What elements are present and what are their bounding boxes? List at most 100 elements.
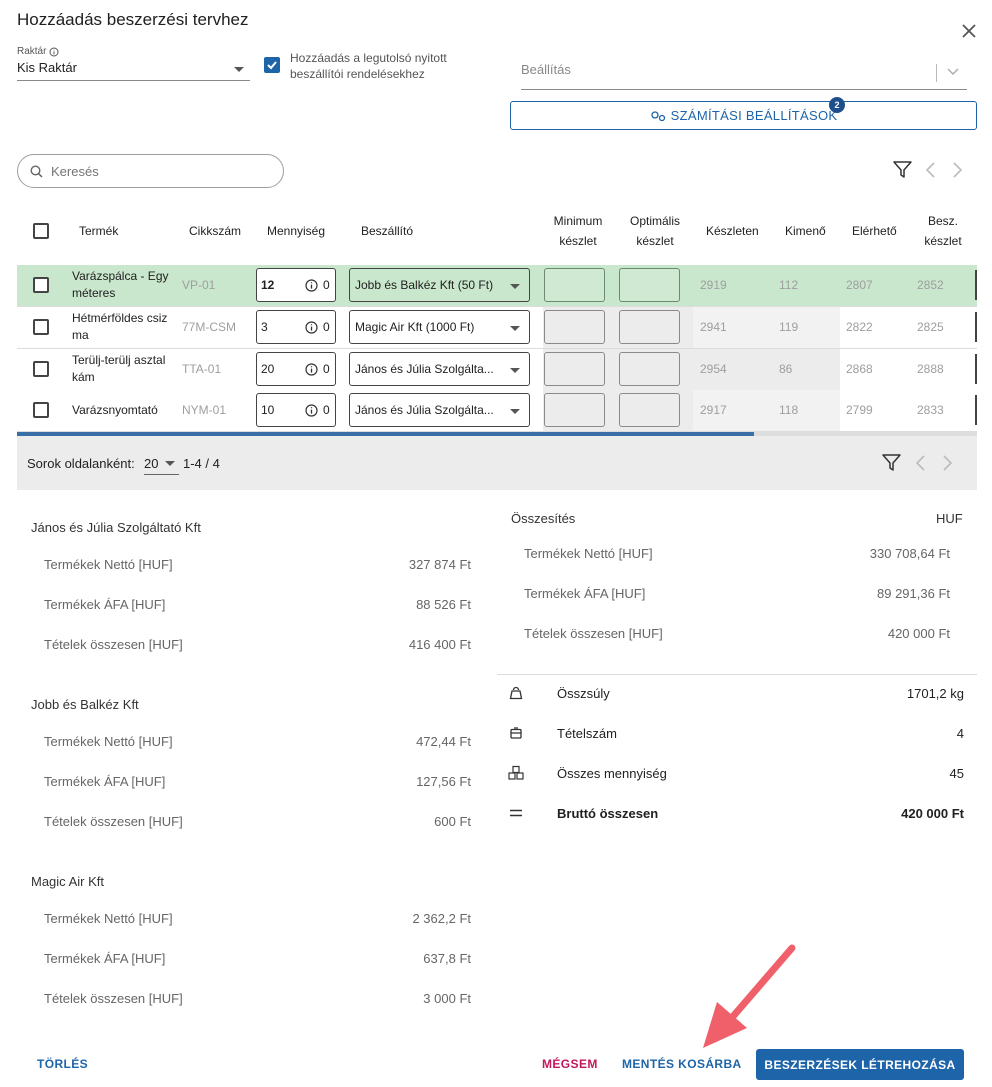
- select-all-checkbox[interactable]: [33, 223, 49, 239]
- supplier-summary: Jobb és Balkéz Kft Termékek Nettó [HUF] …: [31, 697, 481, 857]
- chevron-right-icon[interactable]: [942, 454, 954, 472]
- optimal-stock-input[interactable]: [619, 310, 680, 344]
- warehouse-label: Raktár: [17, 46, 47, 57]
- vat-label: Termékek ÁFA [HUF]: [44, 774, 166, 789]
- rows-per-page-select[interactable]: 20: [144, 453, 179, 475]
- row-checkbox[interactable]: [33, 277, 49, 293]
- info-icon[interactable]: [305, 363, 318, 376]
- chevron-left-icon[interactable]: [914, 454, 926, 472]
- table-row[interactable]: Varázsnyomtató NYM-01 10 0 János és Júli…: [17, 390, 977, 432]
- totals-gross-label: Bruttó összesen: [557, 806, 659, 821]
- column-header-sku[interactable]: Cikkszám: [189, 221, 241, 241]
- calc-settings-badge: 2: [829, 97, 845, 113]
- annotation-arrow-icon: [703, 944, 796, 1048]
- totals-title: Összesítés: [511, 511, 576, 526]
- add-to-open-orders-label: Hozzáadás a legutolsó nyitott beszállító…: [290, 50, 447, 82]
- pagination-range: 1-4 / 4: [183, 456, 220, 471]
- table-row[interactable]: Terülj-terülj asztal kám TTA-01 20 0 Ján…: [17, 349, 977, 391]
- optimal-stock-input[interactable]: [619, 268, 680, 302]
- warehouse-select[interactable]: Raktár Kis Raktár: [17, 46, 250, 86]
- totals-items-value: 420 000 Ft: [887, 626, 950, 641]
- totals-items-label: Tételek összesen [HUF]: [524, 626, 663, 641]
- total-value: 600 Ft: [434, 814, 471, 829]
- optimal-stock-input[interactable]: [619, 393, 680, 427]
- header-line: készlet: [559, 234, 597, 248]
- filter-icon[interactable]: [892, 160, 913, 180]
- info-icon[interactable]: [305, 321, 318, 334]
- row-checkbox[interactable]: [33, 361, 49, 377]
- table-row[interactable]: Varázspálca - Egy méteres VP-01 12 0 Job…: [17, 265, 977, 307]
- vat-value: 127,56 Ft: [416, 774, 471, 789]
- setting-select[interactable]: Beállítás: [521, 62, 967, 90]
- supplier-select[interactable]: Magic Air Kft (1000 Ft): [349, 310, 530, 344]
- calc-settings-button[interactable]: SZÁMÍTÁSI BEÁLLÍTÁSOK: [510, 101, 977, 130]
- supplier-select[interactable]: János és Júlia Szolgálta...: [349, 352, 530, 386]
- quantity-input[interactable]: 12 0: [256, 268, 336, 302]
- product-name-line: méteres: [72, 286, 116, 300]
- column-header-product[interactable]: Termék: [79, 221, 118, 241]
- optimal-stock-input[interactable]: [619, 352, 680, 386]
- supplier-name: Magic Air Kft: [31, 874, 104, 889]
- column-header-outgoing[interactable]: Kimenő: [785, 221, 826, 241]
- column-header-in-stock[interactable]: Készleten: [706, 221, 759, 241]
- totals-count-value: 4: [956, 726, 964, 741]
- min-stock-input[interactable]: [544, 393, 605, 427]
- quantity-info-value: 0: [323, 278, 330, 292]
- totals-quantity-value: 45: [949, 766, 964, 781]
- row-checkbox[interactable]: [33, 402, 49, 418]
- column-header-min-stock[interactable]: Minimum készlet: [548, 211, 608, 251]
- net-label: Termékek Nettó [HUF]: [44, 734, 173, 749]
- totals-count-label: Tételszám: [557, 726, 617, 741]
- info-icon[interactable]: [305, 279, 318, 292]
- header-line: készlet: [924, 234, 962, 248]
- net-value: 327 874 Ft: [408, 557, 471, 572]
- delete-button[interactable]: TÖRLÉS: [37, 1057, 88, 1071]
- totals-currency: HUF: [936, 511, 963, 526]
- save-to-cart-button[interactable]: MENTÉS KOSÁRBA: [622, 1057, 742, 1071]
- table-row[interactable]: Hétmérföldes csiz ma 77M-CSM 3 0 Magic A…: [17, 307, 977, 349]
- header-line: Optimális: [629, 214, 680, 228]
- header-line: készlet: [636, 234, 674, 248]
- quantity-input[interactable]: 20 0: [256, 352, 336, 386]
- min-stock-input[interactable]: [544, 268, 605, 302]
- search-box[interactable]: [17, 154, 284, 188]
- product-name: Varázspálca - Egy méteres: [72, 268, 177, 302]
- column-header-quantity[interactable]: Mennyiség: [267, 221, 325, 241]
- chevron-left-icon[interactable]: [924, 161, 936, 179]
- net-label: Termékek Nettó [HUF]: [44, 557, 173, 572]
- info-icon: [49, 47, 59, 56]
- in-stock-value: 2919: [700, 278, 727, 292]
- product-name-line: ma: [72, 328, 89, 342]
- product-name-line: Varázspálca - Egy: [72, 269, 169, 283]
- search-input[interactable]: [49, 161, 269, 181]
- add-to-open-orders-checkbox[interactable]: [264, 57, 280, 73]
- vat-label: Termékek ÁFA [HUF]: [44, 597, 166, 612]
- column-header-available[interactable]: Elérhető: [852, 221, 897, 241]
- quantity-input[interactable]: 10 0: [256, 393, 336, 427]
- row-checkbox[interactable]: [33, 319, 49, 335]
- min-stock-input[interactable]: [544, 310, 605, 344]
- supplier-select[interactable]: Jobb és Balkéz Kft (50 Ft): [349, 268, 530, 302]
- min-stock-input[interactable]: [544, 352, 605, 386]
- product-sku: 77M-CSM: [182, 320, 237, 334]
- totals-weight-label: Összsúly: [557, 686, 610, 701]
- totals-gross-value: 420 000 Ft: [901, 806, 964, 821]
- info-icon[interactable]: [305, 404, 318, 417]
- quantity-value: 20: [261, 362, 275, 376]
- incoming-value: 2833: [917, 403, 944, 417]
- column-header-supplier[interactable]: Beszállító: [361, 221, 413, 241]
- row-edge: [975, 395, 977, 425]
- outgoing-value: 86: [779, 362, 793, 376]
- cancel-button[interactable]: MÉGSEM: [542, 1057, 598, 1071]
- chevron-right-icon[interactable]: [952, 161, 964, 179]
- quantity-input[interactable]: 3 0: [256, 310, 336, 344]
- supplier-value: Magic Air Kft (1000 Ft): [355, 320, 475, 334]
- column-header-optimal-stock[interactable]: Optimális készlet: [624, 211, 686, 251]
- supplier-select[interactable]: János és Júlia Szolgálta...: [349, 393, 530, 427]
- close-icon[interactable]: [958, 20, 980, 42]
- column-header-incoming[interactable]: Besz. készlet: [920, 211, 966, 251]
- available-value: 2822: [846, 320, 873, 334]
- header-line: Minimum: [553, 214, 603, 228]
- filter-icon[interactable]: [881, 453, 902, 473]
- supplier-name: Jobb és Balkéz Kft: [31, 697, 139, 712]
